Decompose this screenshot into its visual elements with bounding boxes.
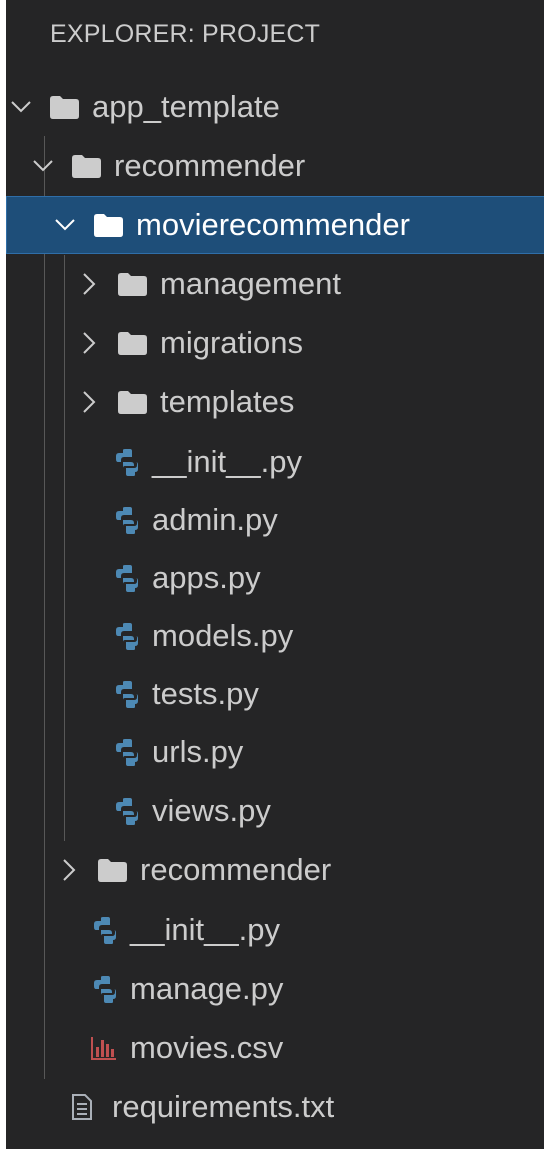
- tree-item-label: migrations: [160, 325, 303, 360]
- tree-item-label: templates: [160, 384, 295, 419]
- python-icon: [114, 506, 140, 534]
- python-icon: [92, 916, 118, 944]
- tree-folder-migrations[interactable]: migrations: [6, 314, 544, 372]
- tree-file-views-py[interactable]: views.py: [6, 782, 544, 840]
- tree-file-urls-py[interactable]: urls.py: [6, 723, 544, 781]
- tree-item-label: movierecommender: [136, 207, 410, 242]
- chevron-right-icon[interactable]: [78, 386, 100, 418]
- tree-item-label: __init__.py: [152, 444, 302, 479]
- tree-item-label: requirements.txt: [112, 1089, 335, 1124]
- tree-item-label: recommender: [140, 852, 332, 887]
- python-icon: [114, 564, 140, 592]
- tree-item-label: views.py: [152, 793, 271, 828]
- tree-folder-recommender[interactable]: recommender: [6, 137, 544, 195]
- tree-item-label: recommender: [114, 148, 306, 183]
- folder-icon: [116, 388, 148, 416]
- tree-item-label: apps.py: [152, 560, 261, 595]
- tree-file-manage-py[interactable]: manage.py: [6, 960, 544, 1018]
- tree-folder-management[interactable]: management: [6, 255, 544, 313]
- folder-icon: [96, 856, 128, 884]
- tree-folder-app-template[interactable]: app_template: [6, 78, 544, 136]
- chevron-down-icon[interactable]: [32, 150, 54, 182]
- tree-item-label: app_template: [92, 89, 280, 124]
- folder-icon: [92, 211, 124, 239]
- chevron-right-icon[interactable]: [78, 327, 100, 359]
- tree-item-label: movies.csv: [130, 1030, 284, 1065]
- tree-file-init-py[interactable]: __init__.py: [6, 901, 544, 959]
- tree-folder-movierecommender[interactable]: movierecommender: [6, 196, 544, 254]
- tree-file-movies-csv[interactable]: movies.csv: [6, 1019, 544, 1077]
- tree-folder-templates[interactable]: templates: [6, 373, 544, 431]
- explorer-title: EXPLORER: PROJECT: [50, 20, 321, 48]
- python-icon: [114, 797, 140, 825]
- explorer-panel: EXPLORER: PROJECT app_template recommend…: [6, 0, 544, 1149]
- tree-file-tests-py[interactable]: tests.py: [6, 665, 544, 723]
- tree-item-label: tests.py: [152, 676, 259, 711]
- python-icon: [114, 622, 140, 650]
- tree-file-admin-py[interactable]: admin.py: [6, 491, 544, 549]
- folder-icon: [116, 270, 148, 298]
- folder-icon: [70, 152, 102, 180]
- tree-item-label: management: [160, 266, 341, 301]
- tree-item-label: urls.py: [152, 734, 244, 769]
- python-icon: [114, 680, 140, 708]
- chevron-down-icon[interactable]: [10, 91, 32, 123]
- tree-item-label: admin.py: [152, 502, 278, 537]
- text-file-icon: [70, 1093, 94, 1121]
- python-icon: [114, 738, 140, 766]
- tree-folder-recommender-inner[interactable]: recommender: [6, 841, 544, 899]
- chevron-down-icon[interactable]: [54, 209, 76, 241]
- chevron-right-icon[interactable]: [78, 268, 100, 300]
- python-icon: [92, 975, 118, 1003]
- tree-file-apps-py[interactable]: apps.py: [6, 549, 544, 607]
- tree-file-requirements-txt[interactable]: requirements.txt: [6, 1078, 544, 1136]
- chevron-right-icon[interactable]: [58, 854, 80, 886]
- folder-icon: [48, 93, 80, 121]
- csv-icon: [90, 1034, 118, 1062]
- tree-item-label: __init__.py: [130, 912, 280, 947]
- tree-file-init-py[interactable]: __init__.py: [6, 433, 544, 491]
- tree-item-label: manage.py: [130, 971, 284, 1006]
- python-icon: [114, 448, 140, 476]
- tree-file-models-py[interactable]: models.py: [6, 607, 544, 665]
- tree-item-label: models.py: [152, 618, 294, 653]
- folder-icon: [116, 329, 148, 357]
